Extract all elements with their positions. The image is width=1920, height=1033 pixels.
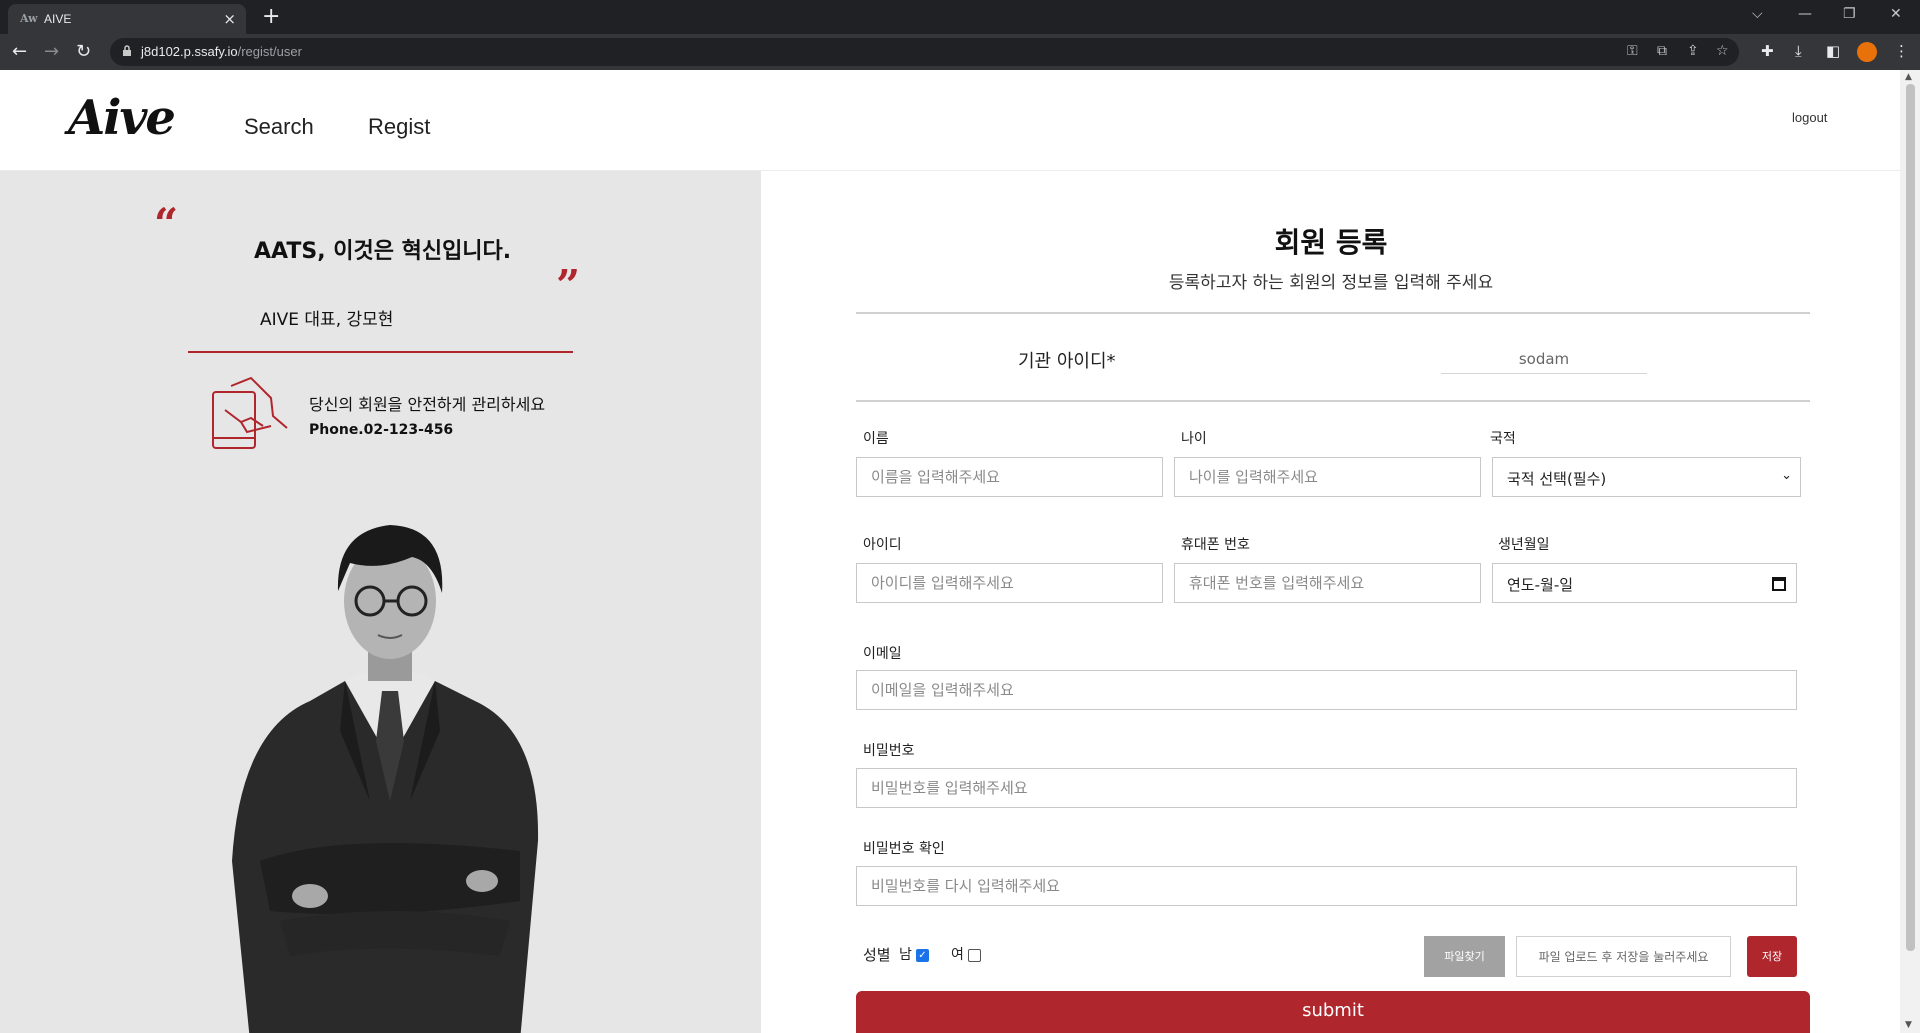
password-confirm-input[interactable] [856,866,1797,906]
promo-phone: Phone.02-123-456 [309,422,454,438]
register-form: 회원 등록 등록하고자 하는 회원의 정보를 입력해 주세요 기관 아이디* s… [761,171,1900,1033]
promo-manage-text: 당신의 회원을 안전하게 관리하세요 [309,395,546,414]
window-close-icon[interactable]: ✕ [1890,6,1902,22]
name-input[interactable] [856,457,1163,497]
divider [856,312,1810,314]
forward-icon[interactable]: → [44,41,59,62]
email-label: 이메일 [863,646,902,662]
chevron-down-icon: ⌄ [1781,468,1792,483]
bookmark-star-icon[interactable]: ☆ [1716,43,1729,59]
restore-icon[interactable]: ❐ [1843,6,1856,22]
logout-link[interactable]: logout [1792,110,1827,125]
promo-slogan: AATS, 이것은 혁신입니다. [254,239,512,264]
extensions-icon[interactable]: ✚ [1761,42,1774,60]
password-confirm-label: 비밀번호 확인 [863,841,945,857]
site-header: Aive Search Regist logout [0,70,1900,171]
promo-panel: “ AATS, 이것은 혁신입니다. ” AIVE 대표, 강모현 당신의 회원… [0,171,761,1033]
nav-regist[interactable]: Regist [368,114,430,140]
birth-value: 연도-월-일 [1507,576,1574,594]
address-bar[interactable]: j8d102.p.ssafy.io/regist/user ⚿ ⧉ ⇪ ☆ [110,38,1739,66]
browser-toolbar: ← → ↻ j8d102.p.ssafy.io/regist/user ⚿ ⧉ … [0,34,1920,70]
reload-icon[interactable]: ↻ [76,41,91,62]
nationality-label: 국적 [1490,431,1516,447]
site-logo[interactable]: Aive [68,90,176,146]
org-id-label: 기관 아이디* [1018,351,1116,372]
user-id-input[interactable] [856,563,1163,603]
form-subtitle: 등록하고자 하는 회원의 정보를 입력해 주세요 [1168,273,1494,293]
name-label: 이름 [863,431,889,447]
minimize-icon[interactable]: — [1798,6,1812,22]
url-text: j8d102.p.ssafy.io/regist/user [141,44,302,59]
gender-label: 성별 [863,946,891,964]
birth-date-input[interactable]: 연도-월-일 [1492,563,1797,603]
nationality-select[interactable]: 국적 선택(필수) ⌄ [1492,457,1801,497]
gender-female-checkbox[interactable] [968,949,981,962]
share-icon[interactable]: ⇪ [1687,43,1699,59]
key-icon[interactable]: ⚿ [1627,43,1638,59]
nationality-value: 국적 선택(필수) [1507,470,1607,488]
browser-titlebar: Aw AIVE × + ⌵ — ❐ ✕ [0,0,1920,34]
download-icon[interactable]: ⤓ [1795,42,1802,60]
scroll-down-icon[interactable]: ▼ [1905,1020,1912,1030]
quote-close-icon: ” [556,261,581,310]
tab-title: AIVE [44,12,72,26]
org-id-value: sodam [1441,344,1647,374]
password-input[interactable] [856,768,1797,808]
nav-search[interactable]: Search [244,114,314,140]
file-browse-button[interactable]: 파일찾기 [1424,936,1505,977]
mobile-label: 휴대폰 번호 [1181,537,1250,553]
side-panel-icon[interactable]: ◧ [1826,42,1840,60]
menu-kebab-icon[interactable]: ⋮ [1894,42,1909,60]
favicon-icon: Aw [20,12,38,25]
tab-close-icon[interactable]: × [223,10,236,28]
file-upload-text: 파일 업로드 후 저장을 눌러주세요 [1516,936,1731,977]
translate-icon[interactable]: ⧉ [1657,43,1667,59]
back-icon[interactable]: ← [12,41,27,62]
divider [856,400,1810,402]
submit-button[interactable]: submit [856,991,1810,1033]
scroll-thumb[interactable] [1906,84,1915,951]
profile-avatar[interactable] [1857,42,1877,62]
divider [188,351,573,353]
save-button[interactable]: 저장 [1747,936,1797,977]
ceo-photo [232,525,539,1033]
password-label: 비밀번호 [863,743,915,759]
scrollbar[interactable]: ▲ ▼ [1900,70,1920,1033]
age-label: 나이 [1181,431,1207,447]
tab-search-icon[interactable]: ⌵ [1752,6,1763,22]
page: Aive Search Regist logout “ AATS, 이것은 혁신… [0,70,1920,1033]
lock-icon [123,45,131,56]
promo-ceo: AIVE 대표, 강모현 [260,310,394,330]
phone-hand-icon [212,376,288,449]
gender-female-label: 여 [951,947,964,963]
gender-male-checkbox[interactable]: ✓ [916,949,929,962]
calendar-icon[interactable] [1772,577,1786,591]
form-title: 회원 등록 [1274,226,1388,259]
scroll-up-icon[interactable]: ▲ [1905,72,1912,82]
age-input[interactable] [1174,457,1481,497]
mobile-input[interactable] [1174,563,1481,603]
birth-label: 생년월일 [1498,537,1550,553]
browser-tab[interactable]: Aw AIVE × [8,4,246,34]
new-tab-button[interactable]: + [262,4,280,29]
user-id-label: 아이디 [863,537,902,553]
email-input[interactable] [856,670,1797,710]
gender-male-label: 남 [899,947,912,963]
quote-open-icon: “ [154,199,179,248]
